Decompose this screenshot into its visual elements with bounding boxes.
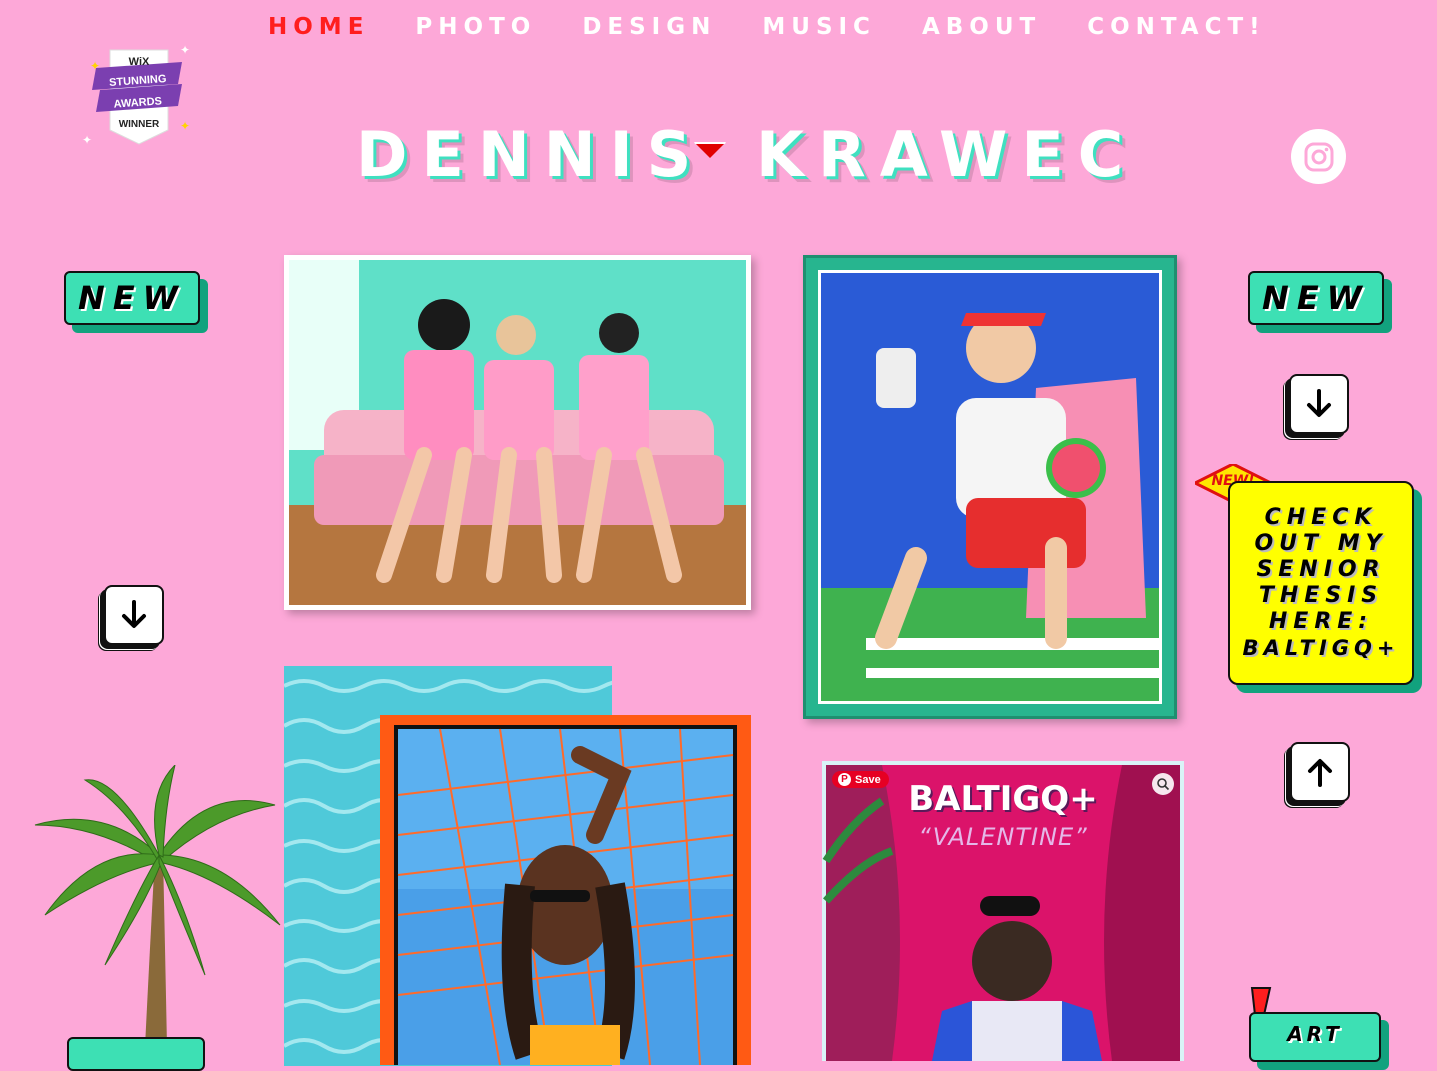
svg-text:✦: ✦ — [180, 43, 190, 57]
bottom-left-button[interactable] — [67, 1037, 205, 1071]
palm-tree-icon — [25, 763, 285, 1047]
svg-text:✦: ✦ — [90, 59, 100, 73]
arrow-up-icon — [1308, 759, 1332, 787]
scroll-down-button-left[interactable] — [104, 585, 164, 645]
thesis-line: HERE: — [1268, 609, 1374, 634]
dropdown-triangle-icon — [694, 142, 726, 162]
scroll-up-button[interactable] — [1290, 742, 1350, 802]
award-line3: WINNER — [119, 119, 160, 130]
pinterest-save-label: Save — [855, 773, 881, 786]
wix-award-badge[interactable]: WiX STUNNING AWARDS WINNER ✦ ✦ ✦ ✦ — [82, 40, 202, 150]
thesis-line: OUT MY — [1254, 531, 1388, 556]
new-badge-right[interactable]: NEW — [1248, 271, 1384, 325]
arrow-down-icon — [122, 600, 146, 628]
nav-about[interactable]: ABOUT — [922, 14, 1041, 40]
site-title-last: KRAWEC — [756, 118, 1138, 191]
album-cover-baltigq[interactable]: BALTIGQ+ “VALENTINE” — [822, 761, 1184, 1061]
photo-couch-trio[interactable] — [284, 255, 751, 610]
scroll-down-button-right[interactable] — [1289, 374, 1349, 434]
thesis-line: BALTIGQ+ — [1242, 636, 1400, 660]
svg-text:✦: ✦ — [82, 133, 92, 147]
nav-music[interactable]: MUSIC — [762, 14, 876, 40]
instagram-icon[interactable] — [1291, 129, 1346, 184]
photo-pink-chair[interactable] — [803, 255, 1177, 719]
art-button[interactable]: ART — [1249, 1012, 1381, 1062]
arrow-down-icon — [1307, 389, 1331, 417]
album-subtitle: “VALENTINE” — [918, 823, 1088, 851]
site-title-first: DENNIS — [356, 118, 706, 191]
pinterest-icon: P — [838, 773, 851, 786]
nav-design[interactable]: DESIGN — [582, 14, 716, 40]
thesis-line: CHECK — [1264, 505, 1378, 530]
main-nav: HOME PHOTO DESIGN MUSIC ABOUT CONTACT! — [268, 14, 1266, 40]
award-brand: WiX — [129, 56, 150, 68]
senior-thesis-link[interactable]: CHECK OUT MY SENIOR THESIS HERE: BALTIGQ… — [1228, 481, 1414, 685]
nav-photo[interactable]: PHOTO — [415, 14, 536, 40]
thesis-line: SENIOR — [1256, 557, 1386, 582]
thesis-line: THESIS — [1258, 583, 1384, 608]
visual-search-icon[interactable] — [1152, 773, 1174, 795]
nav-home[interactable]: HOME — [268, 14, 369, 40]
svg-text:✦: ✦ — [180, 119, 190, 133]
photo-net-portrait[interactable] — [380, 715, 751, 1065]
new-badge-left[interactable]: NEW — [64, 271, 200, 325]
nav-contact[interactable]: CONTACT! — [1087, 14, 1265, 40]
pinterest-save-button[interactable]: P Save — [832, 771, 889, 788]
